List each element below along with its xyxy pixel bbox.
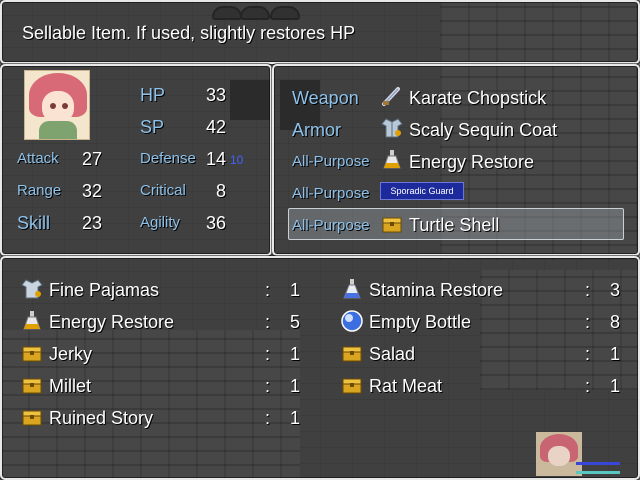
potion-icon — [380, 148, 404, 172]
inventory-item-count: 3 — [609, 280, 620, 300]
equip-item-allpurpose-1[interactable]: Energy Restore — [409, 152, 534, 173]
pajamas-icon — [20, 277, 44, 301]
inventory-item-name[interactable]: Ruined Story — [49, 408, 153, 429]
inventory-item-name[interactable]: Millet — [49, 376, 91, 397]
equip-slot-armor[interactable]: Armor — [292, 120, 341, 141]
inventory-item-count: 1 — [289, 376, 300, 396]
help-text: Sellable Item. If used, slightly restore… — [22, 23, 356, 43]
chest-icon — [20, 373, 44, 397]
inventory-item-name[interactable]: Energy Restore — [49, 312, 174, 333]
inventory-item-count: 1 — [289, 408, 300, 428]
inventory-item-count: 1 — [609, 344, 620, 364]
hp-value: 33 — [205, 85, 226, 105]
coat-icon — [380, 116, 404, 140]
inventory-item-name[interactable]: Empty Bottle — [369, 312, 471, 333]
agility-label: Agility — [140, 214, 181, 231]
range-label: Range — [17, 182, 62, 199]
inventory-item-name[interactable]: Jerky — [49, 344, 92, 365]
help-window: Sellable Item. If used, slightly restore… — [0, 0, 640, 64]
skill-label: Skill — [17, 213, 51, 233]
range-value: 32 — [81, 181, 102, 201]
chest-icon — [380, 212, 404, 236]
attack-value: 27 — [81, 149, 102, 169]
potion-icon — [20, 309, 44, 333]
equip-slot-allpurpose-3[interactable]: All-Purpose — [292, 217, 370, 234]
chest-icon — [340, 373, 364, 397]
equip-item-weapon[interactable]: Karate Chopstick — [409, 88, 546, 109]
equip-item-armor[interactable]: Scaly Sequin Coat — [409, 120, 557, 141]
critical-label: Critical — [140, 182, 186, 199]
inventory-item-count: 1 — [609, 376, 620, 396]
agility-value: 36 — [205, 213, 226, 233]
orb-icon — [340, 309, 364, 333]
sp-gauge — [576, 471, 620, 474]
inventory-item-count: 8 — [609, 312, 620, 332]
skill-value: 23 — [81, 213, 102, 233]
inventory-item-name[interactable]: Stamina Restore — [369, 280, 503, 301]
flask-icon — [340, 277, 364, 301]
party-member-thumbnail — [536, 432, 582, 476]
sporadic-guard-tag: Sporadic Guard — [380, 182, 464, 200]
equip-slot-allpurpose-2[interactable]: All-Purpose — [292, 185, 370, 202]
sp-value: 42 — [205, 117, 226, 137]
inventory-item-count: 5 — [289, 312, 300, 332]
critical-value: 8 — [215, 181, 226, 201]
hp-label: HP — [140, 85, 166, 105]
equip-item-allpurpose-3[interactable]: Turtle Shell — [409, 215, 499, 236]
inventory-item-count: 1 — [289, 280, 300, 300]
chopstick-icon — [380, 84, 404, 108]
inventory-item-name[interactable]: Rat Meat — [369, 376, 442, 397]
defense-value: 14 — [205, 149, 226, 169]
hp-gauge — [576, 462, 620, 465]
inventory-item-count: 1 — [289, 344, 300, 364]
attack-label: Attack — [17, 150, 59, 167]
equip-slot-weapon[interactable]: Weapon — [292, 88, 359, 109]
defense-bonus: 10 — [230, 153, 244, 167]
sp-label: SP — [140, 117, 165, 137]
character-portrait — [24, 70, 90, 140]
chest-icon — [340, 341, 364, 365]
chest-icon — [20, 405, 44, 429]
inventory-item-name[interactable]: Fine Pajamas — [49, 280, 159, 301]
equip-slot-allpurpose-1[interactable]: All-Purpose — [292, 153, 370, 170]
chest-icon — [20, 341, 44, 365]
inventory-item-name[interactable]: Salad — [369, 344, 415, 365]
